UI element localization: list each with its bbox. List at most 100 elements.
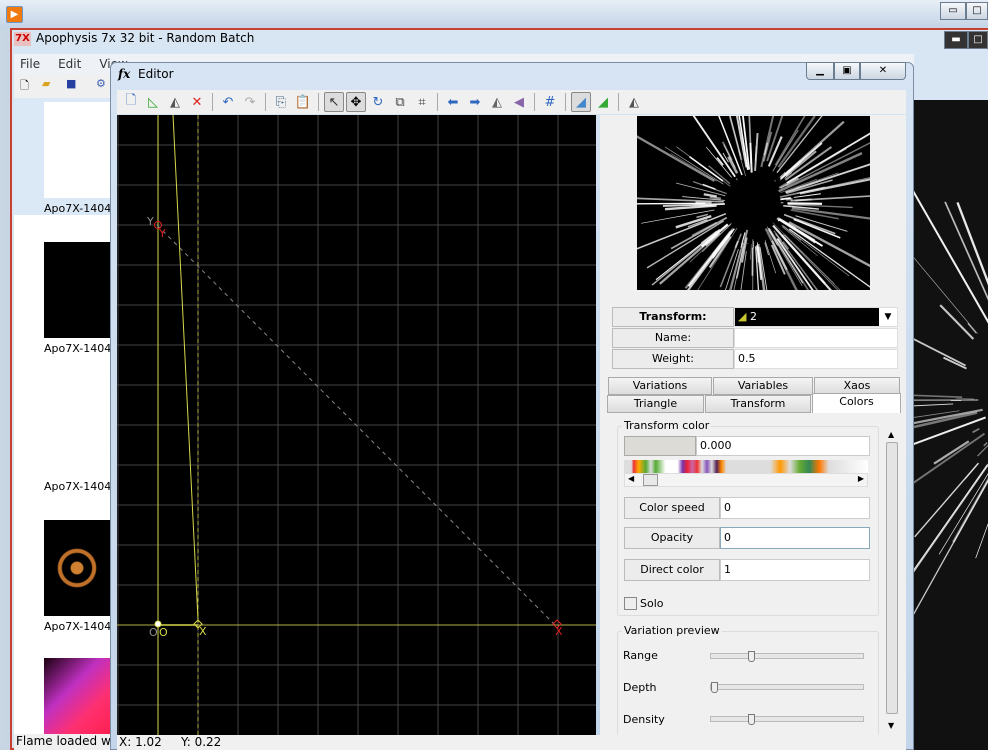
tab-triangle[interactable]: Triangle [607,395,704,413]
undo-icon[interactable]: ↶ [218,92,238,112]
settings-gear-icon[interactable]: ⚙ [96,77,106,90]
tab-colors[interactable]: Colors [812,393,901,413]
fractal-streak [914,462,979,538]
fractal-streak [760,116,775,168]
fractal-streak [794,198,812,202]
gradient-palette[interactable] [624,460,868,473]
fractal-streak [709,196,722,200]
fractal-streak [777,116,816,168]
fractal-streak [750,244,752,260]
open-folder-icon[interactable]: ▰ [42,77,50,90]
palette-scroll-thumb[interactable] [643,474,658,486]
redo-icon[interactable]: ↷ [240,92,260,112]
move-icon[interactable]: ✥ [346,92,366,112]
thumbnail-image [44,380,110,476]
fractal-streak [776,116,823,174]
main-minimize-button[interactable]: ▬ [944,31,968,49]
bg-minimize-button[interactable]: ▭ [940,2,966,20]
triangle-edge-xy[interactable] [172,115,199,621]
new-file-icon[interactable]: 🗋 [20,77,29,96]
range-slider-thumb[interactable] [747,651,755,662]
rotate-icon[interactable]: ↻ [368,92,388,112]
save-icon[interactable]: ■ [66,77,76,90]
thumbnail-image [44,242,110,338]
palette-scrollbar[interactable]: ◀ ▶ [624,473,868,487]
fractal-streak [782,225,850,277]
direct-color-input[interactable]: 1 [720,559,870,581]
weight-input[interactable]: 0.5 [734,349,898,369]
bg-maximize-button[interactable]: □ [966,2,988,20]
panel-scroll-thumb[interactable] [886,442,898,714]
density-slider-thumb[interactable] [747,714,755,725]
opacity-input[interactable]: 0 [720,527,870,549]
app-launcher-icon[interactable]: ▶ [6,6,23,23]
final-transform-icon[interactable]: ◢ [593,92,613,112]
editor-minimize-button[interactable]: ▁ [806,62,834,80]
flip-left-icon[interactable]: ⬅ [443,92,463,112]
panel-scrollbar[interactable]: ▲ ▼ [885,430,899,730]
main-maximize-button[interactable]: □ [968,31,988,49]
editor-maximize-button[interactable]: ▣ [834,62,860,80]
link-transform-icon[interactable]: ◭ [624,92,644,112]
tab-variations[interactable]: Variations [608,377,712,395]
editor-title: Editor [138,67,174,81]
scroll-up-icon[interactable]: ▲ [888,430,894,439]
duplicate-transform-icon[interactable]: ◭ [165,92,185,112]
thumbnail-item[interactable]: Apo7X-14042 [44,102,110,215]
menu-file[interactable]: File [14,57,40,71]
ref-o-label: O [149,626,158,639]
editor-status-bar: X: 1.02 Y: 0.22 [117,735,906,750]
color-value-input[interactable]: 0.000 [696,436,870,456]
thumbnail-list: Apo7X-14042 Apo7X-14042 Apo7X-14042 Apo7… [14,98,110,734]
editor-close-button[interactable]: ✕ [860,62,906,80]
fractal-streak [734,240,739,248]
triangle-editor-canvas[interactable]: Y Y O O X X [117,115,596,735]
fractal-streak [913,256,978,334]
background-fractal-render [913,100,988,750]
color-speed-input[interactable]: 0 [720,497,870,519]
fractal-streak [637,135,715,182]
fractal-streak [967,323,977,334]
scroll-right-icon[interactable]: ▶ [858,474,864,483]
scale-icon[interactable]: ⧉ [390,92,410,112]
menu-edit[interactable]: Edit [52,57,81,71]
tab-transform[interactable]: Transform [705,395,811,413]
color-swatch [624,436,696,456]
paste-icon[interactable]: 📋 [293,92,313,112]
fractal-streak [913,416,987,446]
new-icon[interactable]: 🗋 [121,92,141,112]
thumbnail-item[interactable]: Apo7X-14042 [44,520,110,633]
delete-transform-icon[interactable]: ✕ [187,92,207,112]
fractal-streak [939,304,975,340]
fractal-streak [913,403,954,407]
density-slider[interactable] [710,714,864,725]
fractal-streak [754,133,759,172]
editor-toolbar: 🗋 ◺ ◭ ✕ ↶ ↷ ⎘ 📋 ↖ ✥ ↻ ⧉ ⌗ ⬅ ➡ ◭ ◀ # ◢ ◢ … [117,90,906,114]
post-transform-icon[interactable]: ◢ [571,92,591,112]
flip-right-icon[interactable]: ➡ [465,92,485,112]
grid-icon[interactable]: # [540,92,560,112]
color-speed-label: Color speed [624,497,720,519]
depth-slider-thumb[interactable] [711,682,718,693]
transform-select[interactable]: ◢ 2 ▼ [734,307,898,327]
o-label: O [159,626,168,639]
solo-checkbox[interactable] [624,597,637,610]
scroll-down-icon[interactable]: ▼ [888,721,894,730]
opacity-label: Opacity [624,527,720,549]
scroll-left-icon[interactable]: ◀ [628,474,634,483]
chevron-down-icon[interactable]: ▼ [879,308,897,326]
range-slider[interactable] [710,651,864,662]
add-transform-icon[interactable]: ◺ [143,92,163,112]
thumbnail-image [44,658,110,734]
tab-variables[interactable]: Variables [713,377,813,395]
desktop-taskbar-top [0,0,988,28]
depth-slider[interactable] [710,682,864,693]
select-icon[interactable]: ↖ [324,92,344,112]
thumbnail-item[interactable]: Apo7X-14042 [44,242,110,355]
name-input[interactable] [734,328,898,348]
flip-vertical-icon[interactable]: ◀ [509,92,529,112]
copy-icon[interactable]: ⎘ [271,92,291,112]
flip-horizontal-icon[interactable]: ◭ [487,92,507,112]
thumbnail-item[interactable]: Apo7X-14042 [44,380,110,493]
fit-icon[interactable]: ⌗ [412,92,432,112]
